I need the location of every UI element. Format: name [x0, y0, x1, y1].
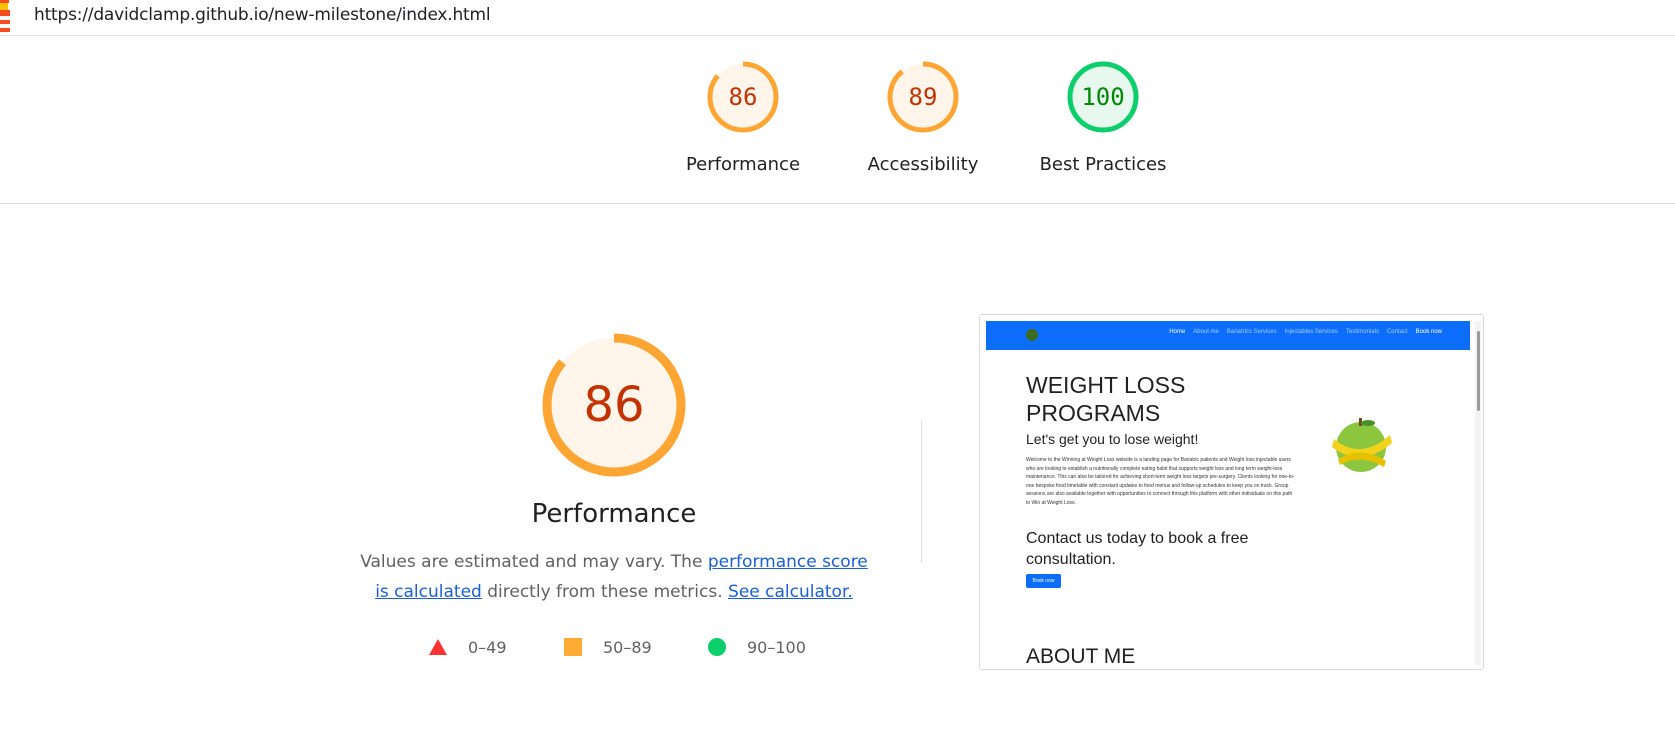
description-text-2: directly from these metrics. — [481, 582, 723, 602]
preview-cta-text: Contact us today to book a free consulta… — [1026, 530, 1249, 568]
preview-nav-link: Injectables Services — [1284, 329, 1338, 335]
legend-fail: 0–49 — [428, 634, 507, 660]
preview-nav-links: Home About me Bariatrics Services Inject… — [1169, 329, 1442, 335]
gauge-performance[interactable]: 86 Performance — [668, 60, 818, 175]
legend-pass: 90–100 — [707, 634, 806, 660]
gauge-accessibility[interactable]: 89 Accessibility — [848, 60, 998, 175]
preview-scrollbar — [1475, 321, 1481, 665]
see-calculator-link[interactable]: See calculator. — [728, 582, 853, 602]
score-gauges-row: 86 Performance 89 Accessibility 100 Best… — [0, 36, 1675, 204]
performance-description: Values are estimated and may vary. The p… — [360, 547, 868, 607]
legend-average-range: 50–89 — [603, 637, 652, 657]
circle-icon — [708, 638, 726, 656]
preview-nav-link: Contact — [1386, 329, 1408, 335]
gauge-label-performance: Performance — [685, 154, 801, 175]
preview-heading: WEIGHT LOSS PROGRAMS — [1026, 372, 1186, 426]
preview-about-heading: ABOUT ME — [1026, 645, 1136, 668]
preview-book-now-button: Book now — [1026, 574, 1061, 588]
gauge-score-performance: 86 — [728, 83, 758, 111]
preview-subheading: Let's get you to lose weight! — [1026, 431, 1199, 447]
preview-nav-link: Home — [1169, 329, 1186, 335]
url-bar: https://davidclamp.github.io/new-milesto… — [0, 0, 1675, 36]
page-screenshot-preview[interactable]: Home About me Bariatrics Services Inject… — [979, 314, 1484, 670]
preview-paragraph: Welcome to the Winning at Weight Loss we… — [1026, 457, 1295, 506]
gauge-label-accessibility: Accessibility — [867, 154, 979, 175]
page-url[interactable]: https://davidclamp.github.io/new-milesto… — [34, 5, 491, 25]
legend-average: 50–89 — [563, 634, 652, 660]
preview-nav-link: Book now — [1415, 329, 1442, 335]
performance-title: Performance — [531, 499, 697, 529]
preview-scrollbar-thumb — [1477, 331, 1480, 411]
performance-score-large: 86 — [583, 377, 645, 433]
gauge-score-best-practices: 100 — [1081, 83, 1125, 111]
section-divider — [921, 420, 922, 563]
gauge-score-accessibility: 89 — [908, 83, 938, 111]
preview-nav-link: Testimonials — [1345, 329, 1379, 335]
description-text-1: Values are estimated and may vary. The — [360, 552, 708, 572]
legend-pass-range: 90–100 — [747, 637, 806, 657]
preview-navbar: Home About me Bariatrics Services Inject… — [986, 321, 1470, 350]
triangle-icon — [429, 639, 447, 655]
apple-tape-measure-icon — [1332, 418, 1392, 472]
square-icon — [564, 638, 582, 656]
lighthouse-logo-icon — [0, 0, 10, 32]
legend-fail-range: 0–49 — [468, 637, 507, 657]
gauge-best-practices[interactable]: 100 Best Practices — [1028, 60, 1178, 175]
preview-nav-link: About me — [1193, 329, 1219, 335]
preview-logo-icon — [1026, 329, 1038, 341]
gauge-label-best-practices: Best Practices — [1039, 154, 1167, 175]
preview-nav-link: Bariatrics Services — [1226, 329, 1277, 335]
